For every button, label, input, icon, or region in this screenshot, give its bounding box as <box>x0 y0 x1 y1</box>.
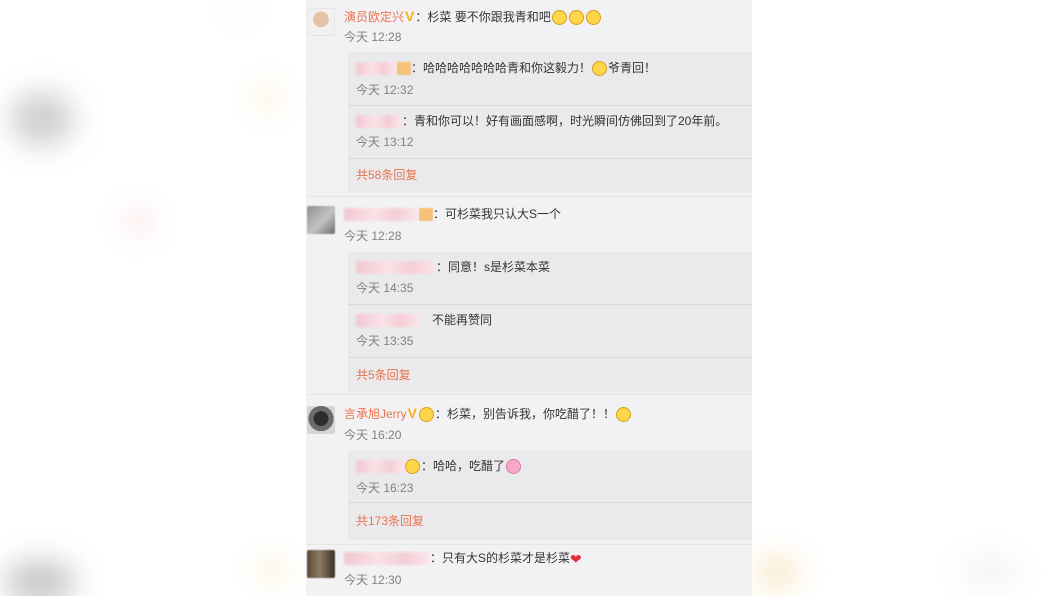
cat-face-emoji-icon <box>568 10 584 26</box>
blurred-username[interactable] <box>344 552 430 566</box>
pig-emoji-icon <box>506 459 522 475</box>
username-link[interactable]: 演员欧定兴 <box>344 10 404 24</box>
divider <box>348 357 752 358</box>
comment-text: ：可杉菜我只认大S一个 <box>433 207 562 221</box>
reply-item: ：青和你可以！好有画面感啊，时光瞬间仿佛回到了20年前。 今天 13:12 <box>348 106 752 158</box>
comment-time: 今天 16:20 <box>344 428 402 442</box>
divider <box>306 394 752 395</box>
blurred-background <box>258 90 278 106</box>
divider <box>348 502 752 503</box>
blurred-username[interactable] <box>356 115 402 129</box>
crying-face-emoji-icon <box>592 61 608 77</box>
view-more-replies-link[interactable]: 共5条回复 <box>356 368 411 382</box>
reply-time: 今天 12:32 <box>356 83 414 97</box>
reply-time: 今天 13:35 <box>356 334 414 348</box>
reply-text: ：青和你可以！好有画面感啊，时光瞬间仿佛回到了20年前。 <box>402 114 728 128</box>
divider <box>348 158 752 159</box>
comment-time: 今天 12:28 <box>344 30 402 44</box>
comment-text: ：只有大S的杉菜才是杉菜 <box>430 551 571 565</box>
kissing-face-emoji-icon <box>419 407 435 423</box>
reply-list: ：同意！s是杉菜本菜 今天 14:35 不能再赞同 今天 13:35 共5条回复 <box>348 252 752 392</box>
comment-item: 演员欧定兴V：杉菜 要不你跟我青和吧 今天 12:28 ：哈哈哈哈哈哈哈青和你这… <box>306 0 752 196</box>
comment-feed: 演员欧定兴V：杉菜 要不你跟我青和吧 今天 12:28 ：哈哈哈哈哈哈哈青和你这… <box>306 0 752 596</box>
reply-text-line: ：哈哈，吃醋了 <box>356 458 522 475</box>
reply-time: 今天 14:35 <box>356 281 414 295</box>
cat-face-emoji-icon <box>585 10 601 26</box>
username-link[interactable]: 言承旭Jerry <box>344 407 407 421</box>
blurred-username[interactable] <box>356 314 420 328</box>
reply-item: ：哈哈，吃醋了 今天 16:23 <box>348 450 752 502</box>
reply-text-line: ：哈哈哈哈哈哈哈青和你这毅力！ 爷青回！ <box>356 60 657 77</box>
comment-text-line: 言承旭JerryV ：杉菜，别告诉我，你吃醋了！！ <box>344 405 632 423</box>
reply-text-line: 不能再赞同 <box>356 312 492 328</box>
blurred-background <box>755 556 799 588</box>
blurred-badge <box>419 208 433 222</box>
comment-text-line: ：只有大S的杉菜才是杉菜❤ <box>344 550 582 567</box>
reply-time: 今天 16:23 <box>356 481 414 495</box>
blurred-background <box>4 560 76 596</box>
comment-item: ：只有大S的杉菜才是杉菜❤ 今天 12:30 <box>306 546 752 596</box>
blurred-background <box>130 214 146 230</box>
reply-text: ：哈哈，吃醋了 <box>421 459 506 473</box>
reply-text-line: ：青和你可以！好有画面感啊，时光瞬间仿佛回到了20年前。 <box>356 113 727 129</box>
comment-text-line: ：可杉菜我只认大S一个 <box>344 206 561 222</box>
blurred-background <box>262 562 284 580</box>
reply-text-after: 爷青回！ <box>608 61 657 75</box>
reply-text-line: ：同意！s是杉菜本菜 <box>356 259 550 275</box>
divider <box>306 196 752 197</box>
reply-text: 不能再赞同 <box>432 313 493 327</box>
reply-item: ：同意！s是杉菜本菜 今天 14:35 <box>348 252 752 304</box>
divider <box>306 544 752 545</box>
reply-item: ：哈哈哈哈哈哈哈青和你这毅力！ 爷青回！ 今天 12:32 <box>348 52 752 105</box>
reply-time: 今天 13:12 <box>356 135 414 149</box>
comment-item: ：可杉菜我只认大S一个 今天 12:28 ：同意！s是杉菜本菜 今天 14:35… <box>306 198 752 394</box>
heart-emoji-icon: ❤ <box>570 550 582 567</box>
reply-list: ：哈哈，吃醋了 今天 16:23 共173条回复 <box>348 450 752 540</box>
cat-face-emoji-icon <box>551 10 567 26</box>
comment-text: ：杉菜，别告诉我，你吃醋了！！ <box>435 407 616 421</box>
blurred-username[interactable] <box>356 62 396 76</box>
avatar[interactable] <box>307 550 335 578</box>
avatar[interactable] <box>307 406 335 434</box>
blurred-badge <box>397 62 411 76</box>
reply-text: ：哈哈哈哈哈哈哈青和你这毅力！ <box>411 61 592 75</box>
grinning-face-emoji-icon <box>616 407 632 423</box>
blurred-background <box>230 0 250 10</box>
comment-text: ：杉菜 要不你跟我青和吧 <box>415 10 551 24</box>
comment-time: 今天 12:30 <box>344 573 402 587</box>
blurred-username[interactable] <box>344 208 418 222</box>
comment-time: 今天 12:28 <box>344 229 402 243</box>
avatar[interactable] <box>307 206 335 234</box>
avatar[interactable] <box>307 8 335 36</box>
blurred-background <box>960 556 1020 586</box>
reply-list: ：哈哈哈哈哈哈哈青和你这毅力！ 爷青回！ 今天 12:32 ：青和你可以！好有画面… <box>348 52 752 192</box>
reply-text: ：同意！s是杉菜本菜 <box>436 260 551 274</box>
kissing-face-emoji-icon <box>405 459 420 475</box>
view-more-replies-link[interactable]: 共173条回复 <box>356 514 424 528</box>
reply-item: 不能再赞同 今天 13:35 <box>348 305 752 357</box>
verified-v-icon: V <box>405 8 415 24</box>
blurred-username[interactable] <box>356 261 436 275</box>
blurred-background <box>10 92 74 146</box>
comment-text-line: 演员欧定兴V：杉菜 要不你跟我青和吧 <box>344 8 602 26</box>
comment-item: 言承旭JerryV ：杉菜，别告诉我，你吃醋了！！ 今天 16:20 ：哈哈，吃醋… <box>306 396 752 544</box>
verified-v-icon: V <box>407 405 418 421</box>
view-more-replies-link[interactable]: 共58条回复 <box>356 168 417 182</box>
blurred-username[interactable] <box>356 460 404 474</box>
